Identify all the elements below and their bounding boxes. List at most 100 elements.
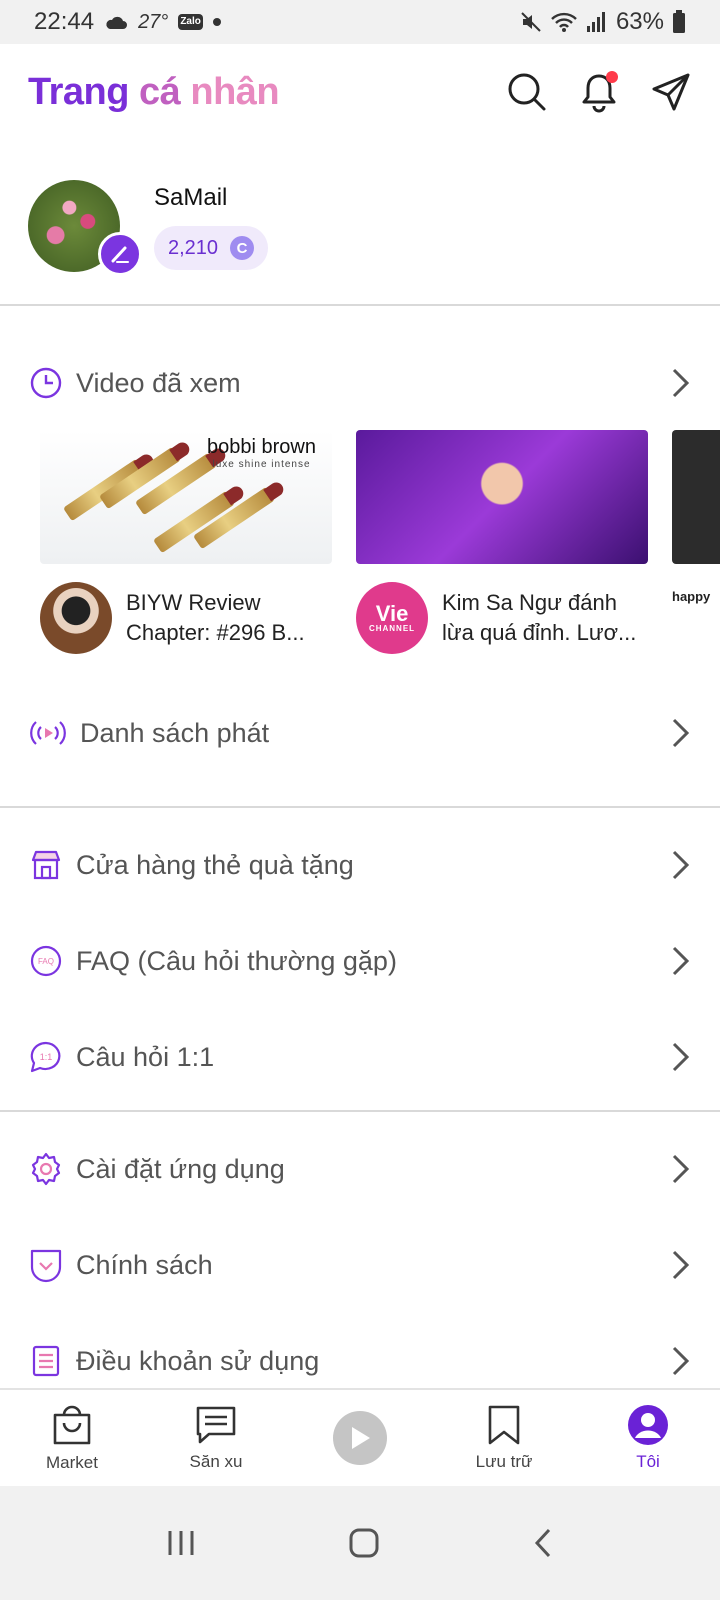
system-navigation-bar	[0, 1486, 720, 1600]
watched-videos-label: Video đã xem	[76, 367, 241, 398]
temperature: 27°	[138, 10, 169, 33]
video-card[interactable]: Vie CHANNEL Kim Sa Ngư đánh lừa quá đỉnh…	[356, 430, 648, 654]
playlist-row[interactable]: Danh sách phát	[0, 698, 720, 768]
notification-badge	[606, 71, 618, 83]
clock-icon	[28, 365, 64, 401]
video-title[interactable]: Kim Sa Ngư đánh lừa quá đỉnh. Lươ...	[442, 588, 638, 648]
cloud-icon	[106, 16, 128, 29]
search-icon	[508, 73, 546, 111]
profile-section: SaMail 2,210 C	[28, 180, 269, 276]
faq-label: FAQ (Câu hỏi thường gặp)	[76, 945, 397, 976]
wifi-icon	[551, 12, 577, 32]
search-button[interactable]	[506, 71, 548, 113]
chevron-right-icon	[672, 1042, 690, 1072]
zalo-icon: Zalo	[178, 14, 203, 30]
notification-button[interactable]	[578, 71, 620, 113]
gift-store-label: Cửa hàng thẻ quà tặng	[76, 849, 354, 880]
channel-avatar[interactable]	[40, 582, 112, 654]
nav-market-label: Market	[46, 1453, 98, 1472]
gear-icon	[28, 1151, 64, 1187]
thumbnail-brand-sub: luxe shine intense	[212, 459, 311, 470]
app-header: Trang cá nhân	[0, 44, 720, 140]
bookmark-icon	[488, 1405, 520, 1445]
video-thumbnail[interactable]	[356, 430, 648, 564]
store-icon	[28, 847, 64, 883]
page-title: Trang cá nhân	[28, 71, 506, 114]
page-title-part3: nhân	[190, 70, 280, 113]
back-icon[interactable]	[532, 1527, 554, 1559]
battery-percent: 63%	[615, 8, 664, 35]
channel-avatar[interactable]: Vie CHANNEL	[356, 582, 428, 654]
page-title-part2: cá	[139, 70, 181, 113]
divider	[0, 806, 720, 808]
nav-play[interactable]	[288, 1390, 432, 1486]
edit-profile-button[interactable]	[98, 232, 142, 276]
gift-store-row[interactable]: Cửa hàng thẻ quà tặng	[0, 830, 720, 900]
recent-apps-icon[interactable]	[166, 1529, 196, 1557]
coin-balance[interactable]: 2,210 C	[154, 226, 269, 270]
thumbnail-brand-name: bobbi brown	[207, 436, 316, 458]
play-icon	[333, 1411, 387, 1465]
chevron-right-icon	[672, 1154, 690, 1184]
page-title-part1: Trang	[28, 70, 129, 113]
user-profile-icon	[628, 1405, 668, 1445]
chat-icon	[196, 1406, 236, 1444]
divider	[0, 1110, 720, 1112]
send-icon	[652, 73, 690, 111]
coin-icon: C	[230, 236, 255, 260]
chevron-right-icon	[672, 1250, 690, 1280]
shield-icon	[28, 1247, 64, 1283]
notification-dot-icon	[212, 18, 221, 26]
chevron-right-icon	[672, 718, 690, 748]
qa-label: Câu hỏi 1:1	[76, 1041, 215, 1072]
qa-row[interactable]: 1:1 Câu hỏi 1:1	[0, 1022, 720, 1092]
shopping-bag-icon	[53, 1405, 91, 1445]
username: SaMail	[154, 184, 228, 211]
document-icon	[28, 1343, 64, 1379]
home-icon[interactable]	[348, 1527, 380, 1559]
chevron-right-icon	[672, 850, 690, 880]
video-thumbnail[interactable]	[672, 430, 720, 564]
nav-luu-tru-label: Lưu trữ	[475, 1452, 533, 1471]
divider	[0, 304, 720, 306]
share-button[interactable]	[650, 71, 692, 113]
coin-amount: 2,210	[168, 236, 219, 259]
chevron-right-icon	[672, 1346, 690, 1376]
faq-icon: FAQ	[28, 943, 64, 979]
settings-label: Cài đặt ứng dụng	[76, 1153, 285, 1184]
video-card[interactable]: happy	[672, 430, 720, 612]
watched-videos-row[interactable]: Video đã xem	[0, 348, 720, 418]
settings-row[interactable]: Cài đặt ứng dụng	[0, 1134, 720, 1204]
mute-icon	[521, 12, 541, 32]
playlist-icon	[28, 715, 68, 751]
bottom-navigation: Market Săn xu Lưu trữ Tôi	[0, 1388, 720, 1486]
chevron-right-icon	[672, 946, 690, 976]
watched-videos-carousel[interactable]: bobbi brown luxe shine intense BIYW Revi…	[0, 430, 720, 666]
nav-market[interactable]: Market	[0, 1390, 144, 1486]
battery-icon	[673, 10, 685, 33]
nav-toi-label: Tôi	[636, 1452, 660, 1471]
nav-san-xu[interactable]: Săn xu	[144, 1390, 288, 1486]
video-card[interactable]: bobbi brown luxe shine intense BIYW Revi…	[40, 430, 332, 654]
video-thumbnail[interactable]: bobbi brown luxe shine intense	[40, 430, 332, 564]
faq-row[interactable]: FAQ FAQ (Câu hỏi thường gặp)	[0, 926, 720, 996]
nav-toi[interactable]: Tôi	[576, 1390, 720, 1486]
pencil-icon	[111, 246, 129, 263]
svg-text:1:1: 1:1	[40, 1052, 53, 1062]
policy-row[interactable]: Chính sách	[0, 1230, 720, 1300]
chevron-right-icon	[672, 368, 690, 398]
svg-text:FAQ: FAQ	[38, 957, 54, 966]
terms-row[interactable]: Điều khoản sử dụng	[0, 1326, 720, 1396]
chat-bubble-icon: 1:1	[28, 1039, 64, 1075]
nav-luu-tru[interactable]: Lưu trữ	[432, 1390, 576, 1486]
clock: 22:44	[34, 8, 95, 35]
channel-logo-sub: CHANNEL	[368, 624, 416, 633]
playlist-label: Danh sách phát	[80, 717, 270, 748]
policy-label: Chính sách	[76, 1249, 213, 1280]
video-title[interactable]: happy	[672, 582, 720, 612]
thumbnail-brand: bobbi brown luxe shine intense	[207, 436, 316, 470]
video-title[interactable]: BIYW Review Chapter: #296 B...	[126, 588, 322, 648]
status-bar: 22:44 27° Zalo 63%	[0, 0, 720, 44]
channel-logo-text: Vie	[375, 601, 409, 626]
nav-san-xu-label: Săn xu	[189, 1452, 243, 1471]
